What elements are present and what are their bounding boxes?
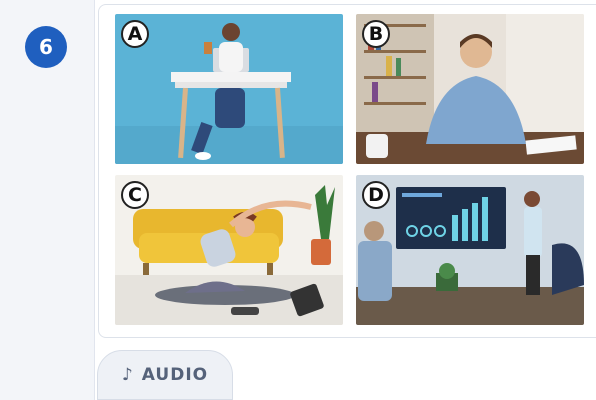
woman-yoga-stretch-image <box>115 175 343 325</box>
audio-label: AUDIO <box>141 365 209 385</box>
man-at-table-image <box>356 14 584 164</box>
audio-button[interactable]: ♪ AUDIO <box>97 350 233 400</box>
music-note-icon: ♪ <box>121 365 134 385</box>
option-d-image[interactable]: D <box>356 175 584 325</box>
option-a-image[interactable]: A <box>115 14 343 164</box>
option-c-image[interactable]: C <box>115 175 343 325</box>
business-meeting-presentation-image <box>356 175 584 325</box>
person-at-desk-laptop-image <box>115 14 343 164</box>
option-a-label: A <box>121 20 149 48</box>
option-d-label: D <box>362 181 390 209</box>
question-rail: 6 <box>0 0 95 400</box>
question-number-badge: 6 <box>25 26 67 68</box>
option-c-label: C <box>121 181 149 209</box>
option-b-image[interactable]: B <box>356 14 584 164</box>
options-card: A B C D <box>98 4 596 338</box>
option-b-label: B <box>362 20 390 48</box>
